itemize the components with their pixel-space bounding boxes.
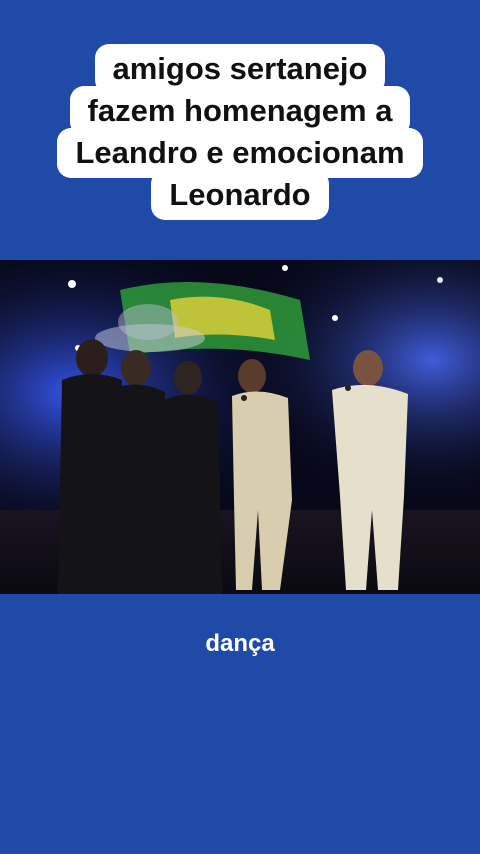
concert-stage-scene	[0, 260, 480, 594]
caption-overlay: amigos sertanejo fazem homenagem a Leand…	[0, 44, 480, 220]
video-player[interactable]	[0, 260, 480, 594]
caption-line-4: Leonardo	[151, 170, 329, 220]
video-subtitle: dança	[205, 630, 275, 657]
